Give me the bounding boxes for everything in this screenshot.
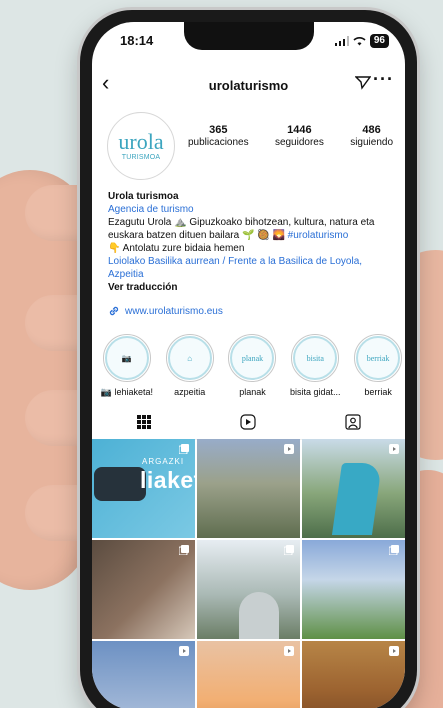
reel-icon <box>179 646 189 656</box>
avatar-logo-sub: TURISMOA <box>121 153 161 161</box>
post-overlay-text: ARGAZKI <box>142 457 185 466</box>
notch <box>183 22 314 50</box>
highlight-label: planak <box>239 387 266 397</box>
post-thumbnail[interactable] <box>302 439 405 538</box>
post-grid: ARGAZKI liaketa <box>92 439 405 708</box>
stat-followers-value: 1446 <box>287 124 312 136</box>
grid-icon <box>137 415 152 429</box>
tab-grid[interactable] <box>109 405 179 440</box>
signal-icon <box>334 36 349 46</box>
reels-icon <box>240 414 257 430</box>
highlight-label: 📷 lehiaketa! <box>100 387 154 397</box>
link-icon <box>109 306 119 316</box>
highlight-cover-text: berriak <box>356 336 401 380</box>
stat-following[interactable]: 486 siguiendo <box>350 124 393 148</box>
stat-following-value: 486 <box>362 124 381 136</box>
reel-icon <box>284 444 294 454</box>
city-icon: ⌂ <box>167 336 212 380</box>
carousel-icon <box>179 545 189 555</box>
post-thumbnail[interactable] <box>197 641 300 708</box>
tab-tagged[interactable] <box>318 405 388 439</box>
reel-icon <box>389 646 399 656</box>
scene: 18:14 96 ‹ urolaturismo ··· urola TURISM… <box>0 0 443 708</box>
more-options-icon[interactable]: ··· <box>373 69 394 90</box>
stat-followers-label: seguidores <box>274 137 324 148</box>
see-translation-link[interactable]: Ver traducción <box>108 281 391 294</box>
highlight-cover-text: bisita <box>293 336 338 380</box>
post-thumbnail[interactable] <box>197 439 300 538</box>
highlight-azpeitia[interactable]: ⌂ azpeitia <box>163 334 217 398</box>
bio-line1: Ezagutu Urola ⛰️ Gipuzkoako bihotzean, k… <box>108 216 391 242</box>
post-overlay-title: liaketa <box>140 467 195 493</box>
carousel-icon <box>389 545 399 555</box>
bio-location[interactable]: Loiolako Basilika aurrean / Frente a la … <box>108 255 391 281</box>
website-url: www.urolaturismo.eus <box>125 305 223 317</box>
highlight-ring: planak <box>228 334 277 382</box>
highlight-ring: bisita <box>291 334 340 382</box>
story-highlights: 📷 📷 lehiaketa! ⌂ azpeitia planak planak bis… <box>100 334 405 398</box>
statue-photo <box>239 592 279 639</box>
post-thumbnail[interactable] <box>92 540 195 639</box>
website-link[interactable]: www.urolaturismo.eus <box>108 305 223 317</box>
camera-photo <box>94 467 146 501</box>
tab-reels[interactable] <box>213 405 283 439</box>
profile-header: urola TURISMOA 365 publicaciones 1446 se… <box>92 112 405 192</box>
post-thumbnail[interactable] <box>302 540 405 639</box>
status-icons: 96 <box>334 34 389 48</box>
stat-following-label: siguiendo <box>350 137 393 148</box>
stat-posts-label: publicaciones <box>188 137 249 148</box>
carousel-icon <box>284 545 294 555</box>
phone: 18:14 96 ‹ urolaturismo ··· urola TURISM… <box>80 10 417 708</box>
stat-posts-value: 365 <box>209 124 228 136</box>
post-thumbnail[interactable] <box>302 641 405 708</box>
highlight-label: azpeitia <box>174 387 206 397</box>
profile-tabs <box>92 405 405 440</box>
profile-stats: 365 publicaciones 1446 seguidores 486 si… <box>188 124 393 148</box>
bio-line2: 👇 Antolatu zure bidaia hemen <box>108 243 245 254</box>
highlight-label: berriak <box>364 387 392 397</box>
camera-icon: 📷 <box>104 336 149 380</box>
highlight-ring: ⌂ <box>165 334 214 382</box>
highlight-cover-text: planak <box>230 336 275 380</box>
highlight-ring: berriak <box>354 334 403 382</box>
banner-flag <box>331 463 383 535</box>
highlight-label: bisita gidat... <box>290 387 341 397</box>
top-nav: ‹ urolaturismo ··· <box>92 64 405 102</box>
highlight-bisita-gidatuak[interactable]: bisita bisita gidat... <box>288 334 342 398</box>
reel-icon <box>389 444 399 454</box>
highlight-ring: 📷 <box>102 334 151 382</box>
wifi-icon <box>353 37 366 46</box>
stat-followers[interactable]: 1446 seguidores <box>275 124 324 148</box>
carousel-icon <box>179 444 189 454</box>
reel-icon <box>284 646 294 656</box>
highlight-lehiaketa[interactable]: 📷 📷 lehiaketa! <box>100 334 154 398</box>
bio-hashtag[interactable]: #urolaturismo <box>288 230 349 241</box>
battery-icon: 96 <box>369 34 389 48</box>
stat-posts[interactable]: 365 publicaciones <box>188 124 249 148</box>
bio: Urola turismoa Agencia de turismo Ezagut… <box>108 190 391 294</box>
post-thumbnail[interactable] <box>92 641 195 708</box>
send-icon[interactable] <box>355 74 371 90</box>
highlight-berriak[interactable]: berriak berriak <box>351 334 405 398</box>
avatar-logo-word: urola <box>118 128 164 154</box>
avatar[interactable]: urola TURISMOA <box>107 112 175 180</box>
status-time: 18:14 <box>120 33 154 48</box>
highlight-planak[interactable]: planak planak <box>226 334 280 398</box>
phone-screen: 18:14 96 ‹ urolaturismo ··· urola TURISM… <box>92 22 405 708</box>
post-thumbnail[interactable]: ARGAZKI liaketa <box>92 439 195 538</box>
bio-category[interactable]: Agencia de turismo <box>108 203 391 216</box>
post-thumbnail[interactable] <box>197 540 300 639</box>
bio-name: Urola turismoa <box>108 191 179 202</box>
tagged-icon <box>345 414 361 430</box>
